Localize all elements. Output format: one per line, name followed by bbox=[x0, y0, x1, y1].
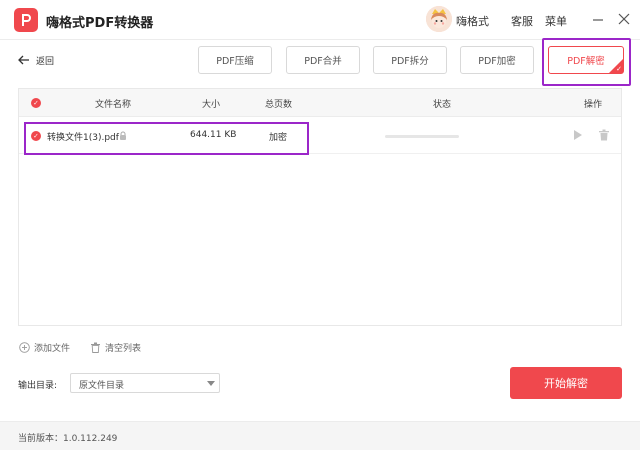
back-arrow-icon bbox=[18, 55, 29, 65]
service-button[interactable]: 客服 bbox=[511, 13, 533, 29]
tab-pdf-compress[interactable]: PDF压缩 bbox=[198, 46, 272, 74]
tab-pdf-split[interactable]: PDF拆分 bbox=[373, 46, 447, 74]
output-dir-select[interactable]: 原文件目录 bbox=[70, 373, 220, 393]
tab-pdf-merge[interactable]: PDF合并 bbox=[286, 46, 360, 74]
check-icon: ✓ bbox=[616, 65, 622, 73]
column-header-actions: 操作 bbox=[584, 100, 603, 110]
app-logo bbox=[14, 8, 38, 32]
file-pages: 加密 bbox=[269, 133, 288, 143]
user-name[interactable]: 嗨格式 bbox=[456, 13, 489, 29]
tab-label: PDF拆分 bbox=[391, 56, 429, 67]
app-title: 嗨格式PDF转换器 bbox=[46, 16, 154, 31]
lock-icon bbox=[120, 131, 126, 140]
output-dir-label: 输出目录: bbox=[18, 381, 58, 391]
add-file-label: 添加文件 bbox=[34, 344, 71, 354]
status-bar: 当前版本：1.0.112.249 bbox=[0, 421, 640, 450]
back-label: 返回 bbox=[36, 56, 55, 67]
trash-icon[interactable] bbox=[598, 129, 610, 141]
table-header: ✓ 文件名称 大小 总页数 状态 操作 bbox=[19, 89, 621, 117]
add-file-button[interactable]: 添加文件 bbox=[19, 341, 70, 354]
file-table: ✓ 文件名称 大小 总页数 状态 操作 ✓ 转换文件1(3).pdf 644.1… bbox=[18, 88, 622, 326]
clear-list-button[interactable]: 清空列表 bbox=[90, 341, 141, 354]
version-label: 当前版本：1.0.112.249 bbox=[18, 434, 118, 444]
close-icon[interactable] bbox=[617, 12, 631, 26]
tab-pdf-encrypt[interactable]: PDF加密 bbox=[460, 46, 534, 74]
tab-label: PDF压缩 bbox=[216, 56, 254, 67]
table-row[interactable]: ✓ 转换文件1(3).pdf 644.11 KB 加密 bbox=[19, 118, 621, 154]
logo-p-icon bbox=[22, 14, 31, 26]
chevron-down-icon bbox=[207, 381, 215, 386]
tab-label: PDF加密 bbox=[478, 56, 516, 67]
title-bar: 嗨格式PDF转换器 嗨格式 客服 菜单 bbox=[0, 0, 640, 40]
avatar-icon bbox=[426, 6, 452, 32]
row-checkbox[interactable]: ✓ bbox=[31, 131, 41, 141]
tab-pdf-decrypt[interactable]: PDF解密 ✓ bbox=[548, 46, 624, 74]
start-decrypt-button[interactable]: 开始解密 bbox=[510, 367, 622, 399]
check-icon: ✓ bbox=[33, 132, 39, 140]
trash-icon bbox=[91, 342, 100, 353]
back-button[interactable]: 返回 bbox=[18, 53, 54, 67]
menu-button[interactable]: 菜单 bbox=[545, 13, 567, 29]
column-header-name: 文件名称 bbox=[95, 100, 132, 110]
tab-label: PDF合并 bbox=[304, 56, 342, 67]
plus-circle-icon bbox=[19, 342, 30, 353]
avatar[interactable] bbox=[426, 6, 452, 32]
play-icon[interactable] bbox=[571, 129, 583, 141]
minimize-icon[interactable] bbox=[591, 13, 605, 27]
select-all-checkbox[interactable]: ✓ bbox=[31, 98, 41, 108]
check-icon: ✓ bbox=[33, 99, 39, 107]
file-size: 644.11 KB bbox=[190, 130, 237, 140]
column-header-status: 状态 bbox=[433, 100, 452, 110]
output-dir-value: 原文件目录 bbox=[79, 381, 125, 391]
status-progress-bar bbox=[385, 135, 459, 138]
clear-list-label: 清空列表 bbox=[105, 344, 142, 354]
column-header-pages: 总页数 bbox=[265, 100, 293, 110]
tab-label: PDF解密 bbox=[567, 56, 605, 67]
file-name: 转换文件1(3).pdf bbox=[47, 133, 119, 143]
column-header-size: 大小 bbox=[202, 100, 221, 110]
